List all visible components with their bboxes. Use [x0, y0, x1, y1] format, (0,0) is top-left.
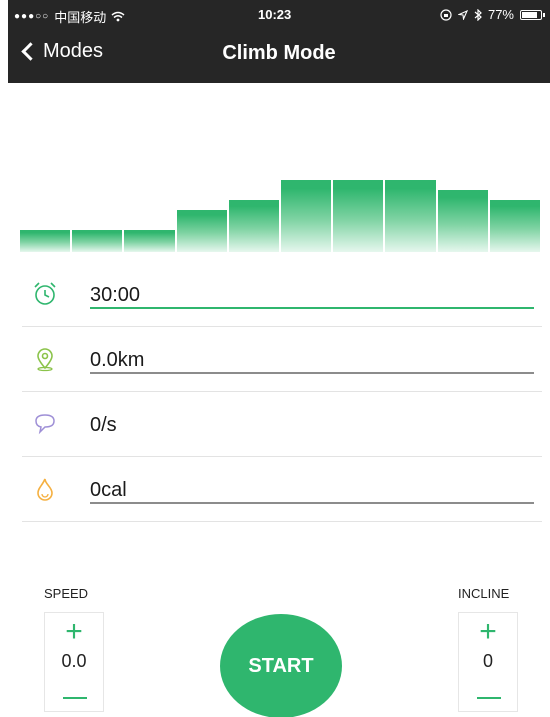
wifi-icon: [111, 11, 125, 22]
speed-value: 0.0: [61, 651, 87, 671]
minus-icon: [477, 697, 501, 699]
alarm-clock-icon: [34, 282, 56, 305]
signal-strength: ●●●○○: [14, 11, 50, 22]
time-value: 30:00: [90, 284, 141, 306]
speed-label: SPEED: [44, 586, 89, 601]
incline-stepper: + 0: [458, 612, 518, 712]
chart-bar: [176, 210, 227, 252]
chart-bar: [228, 200, 279, 252]
incline-value: 0: [482, 651, 493, 671]
plus-icon: +: [479, 615, 497, 648]
bluetooth-icon: [474, 8, 482, 21]
top-bar: ●●●○○ 中国移动 10:23 77% Modes Climb Mode: [8, 0, 550, 83]
chart-bar: [437, 190, 488, 252]
page-title: Climb Mode: [222, 42, 336, 64]
nav-bar: Modes Climb Mode: [8, 36, 550, 76]
chart-bar: [385, 180, 436, 252]
time-underline: [90, 307, 534, 309]
start-button[interactable]: START: [220, 614, 342, 717]
chart-bar: [281, 180, 332, 252]
speed-increase-button[interactable]: +: [45, 617, 103, 647]
location-pin-icon: [37, 348, 53, 372]
distance-value: 0.0km: [90, 349, 145, 371]
orientation-lock-icon: [440, 8, 452, 21]
minus-icon: [63, 697, 87, 699]
location-arrow-icon: [457, 9, 468, 20]
incline-decrease-button[interactable]: [459, 683, 517, 713]
chart-bar: [489, 200, 540, 252]
metric-row-calories: 0cal: [22, 457, 542, 522]
battery-percent: 77%: [487, 7, 514, 22]
plus-icon: +: [65, 615, 83, 648]
battery-icon: [520, 9, 545, 20]
metrics-list: 30:00 0.0km 0/s 0cal: [22, 262, 542, 522]
metric-row-pace: 0/s: [22, 392, 542, 457]
speed-decrease-button[interactable]: [45, 683, 103, 713]
speed-stepper: + 0.0: [44, 612, 104, 712]
calories-underline: [90, 502, 534, 504]
metric-row-distance: 0.0km: [22, 327, 542, 392]
chart-bar: [124, 230, 175, 252]
pace-value: 0/s: [90, 414, 117, 436]
calories-value: 0cal: [90, 479, 127, 501]
incline-increase-button[interactable]: +: [459, 617, 517, 647]
incline-profile-chart: [20, 150, 540, 252]
chart-bar: [72, 230, 123, 252]
metric-row-time: 30:00: [22, 262, 542, 327]
status-bar: ●●●○○ 中国移动 10:23 77%: [8, 0, 550, 28]
carrier-name: 中国移动: [54, 10, 107, 25]
speech-bubble-icon: [35, 414, 55, 435]
chart-bar: [333, 180, 384, 252]
flame-icon: [37, 478, 53, 501]
distance-underline: [90, 372, 534, 374]
incline-label: INCLINE: [458, 586, 510, 601]
clock: 10:23: [258, 7, 292, 22]
chart-bar: [20, 230, 71, 252]
